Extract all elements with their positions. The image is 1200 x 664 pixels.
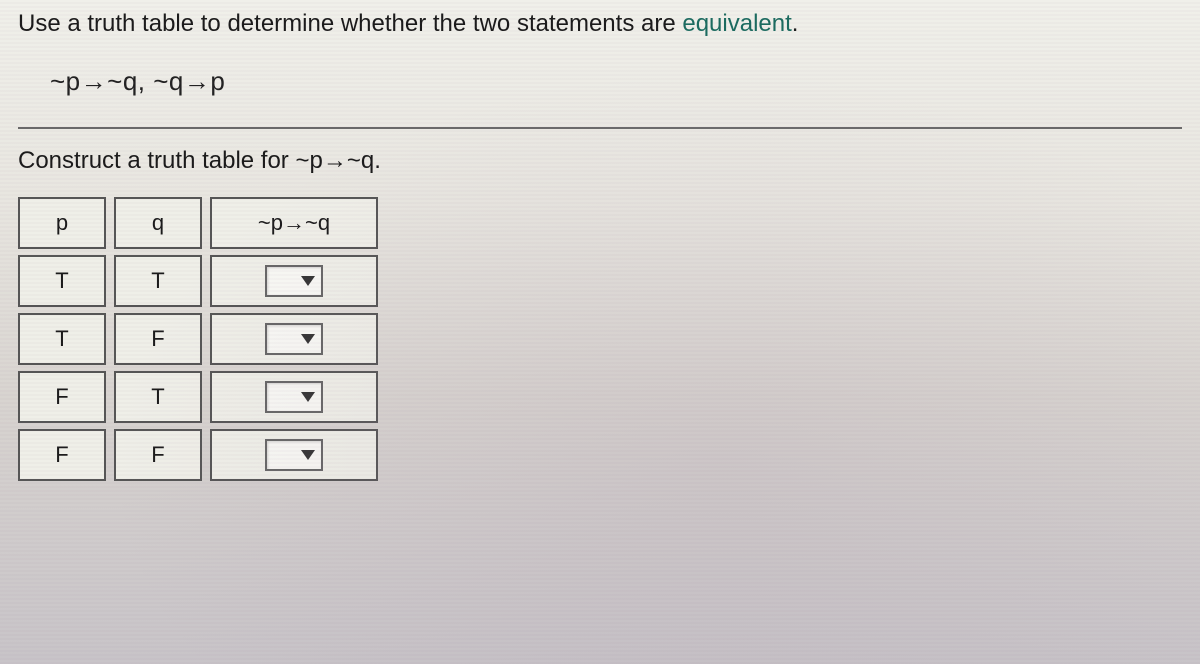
statements-formula: ~p→~q, ~q→p (50, 66, 1182, 97)
truth-table: p q ~p→~q T T T F F T (18, 197, 1182, 481)
cell-result (210, 255, 378, 307)
equivalent-link[interactable]: equivalent (682, 10, 791, 37)
table-header-row: p q ~p→~q (18, 197, 1182, 249)
result-dropdown[interactable] (265, 323, 323, 355)
chevron-down-icon (301, 276, 315, 286)
cell-p: T (18, 313, 106, 365)
cell-q: T (114, 255, 202, 307)
table-row: T T (18, 255, 1182, 307)
cell-q: F (114, 313, 202, 365)
result-dropdown[interactable] (265, 439, 323, 471)
cell-p: T (18, 255, 106, 307)
instruction-text: Construct a truth table for ~p→~q. (18, 147, 1182, 175)
cell-p: F (18, 429, 106, 481)
header-p: p (18, 197, 106, 249)
question-prefix: Use a truth table to determine whether t… (18, 10, 682, 37)
header-q: q (114, 197, 202, 249)
cell-q: T (114, 371, 202, 423)
cell-result (210, 429, 378, 481)
cell-result (210, 371, 378, 423)
question-suffix: . (792, 10, 799, 37)
table-row: F F (18, 429, 1182, 481)
chevron-down-icon (301, 392, 315, 402)
question-text: Use a truth table to determine whether t… (18, 10, 1182, 38)
table-row: F T (18, 371, 1182, 423)
header-result: ~p→~q (210, 197, 378, 249)
cell-result (210, 313, 378, 365)
table-row: T F (18, 313, 1182, 365)
cell-p: F (18, 371, 106, 423)
section-divider (18, 127, 1182, 129)
chevron-down-icon (301, 334, 315, 344)
result-dropdown[interactable] (265, 381, 323, 413)
chevron-down-icon (301, 450, 315, 460)
cell-q: F (114, 429, 202, 481)
result-dropdown[interactable] (265, 265, 323, 297)
